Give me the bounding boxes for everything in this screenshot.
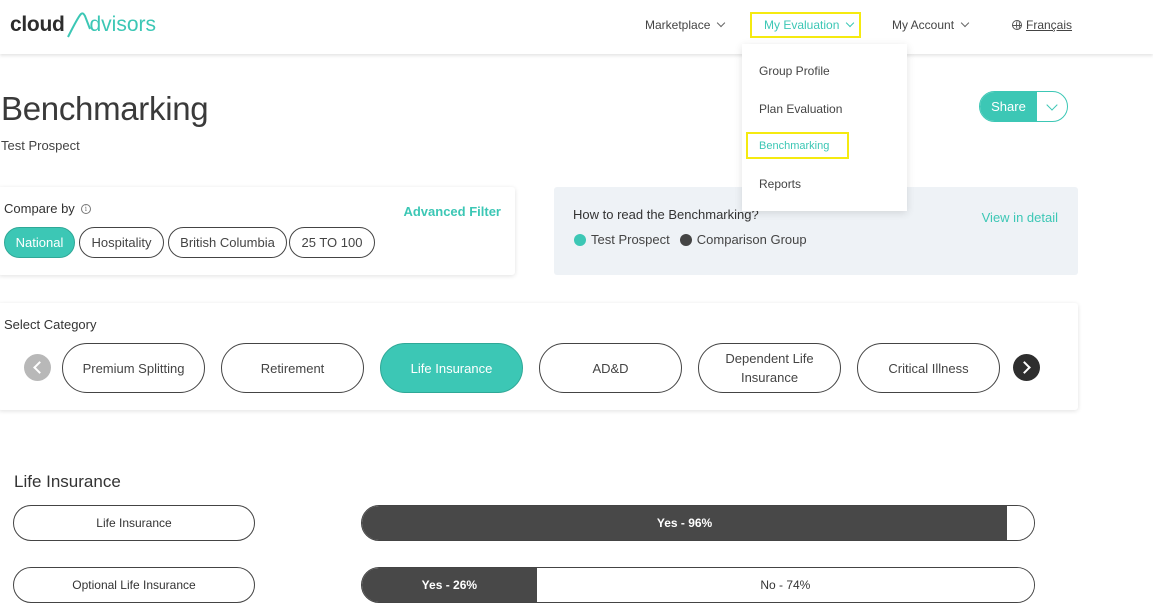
menu-item-reports[interactable]: Reports — [759, 177, 801, 191]
nav-my-account-label: My Account — [892, 18, 955, 32]
logo-secondary-text: dvisors — [89, 13, 157, 36]
share-options-toggle[interactable] — [1037, 92, 1067, 121]
advanced-filter-link[interactable]: Advanced Filter — [403, 204, 501, 219]
legend-dot-teal — [574, 233, 586, 246]
info-icon[interactable]: i — [80, 203, 91, 214]
select-category-card: Select Category Premium Splitting Retire… — [0, 303, 1078, 410]
legend-label: Test Prospect — [591, 232, 670, 247]
nav-my-account[interactable]: My Account — [892, 16, 970, 34]
language-label: Français — [1026, 18, 1073, 32]
chevron-down-icon — [717, 18, 726, 28]
benchmark-bar: Yes - 96% — [361, 505, 1035, 541]
legend-item-comparison-group: Comparison Group — [679, 232, 807, 247]
language-switch-link[interactable]: Français — [1012, 16, 1072, 34]
nav-my-evaluation[interactable]: My Evaluation — [750, 12, 861, 38]
category-add[interactable]: AD&D — [539, 343, 682, 393]
globe-icon — [1012, 20, 1022, 30]
chip-national[interactable]: National — [4, 227, 75, 258]
results-section-title: Life Insurance — [14, 472, 121, 491]
benchmark-bar: Yes - 26% No - 74% — [361, 567, 1035, 603]
cloudadvisors-logo[interactable]: cloud dvisors — [10, 10, 156, 40]
how-to-read-title: How to read the Benchmarking? — [573, 207, 759, 222]
nav-my-evaluation-label: My Evaluation — [764, 18, 840, 32]
bar-segment-no: No - 74% — [536, 568, 1034, 602]
legend: Test Prospect Comparison Group — [574, 232, 817, 247]
category-critical-illness[interactable]: Critical Illness — [857, 343, 1000, 393]
bar-segment-no — [1007, 506, 1034, 540]
legend-label: Comparison Group — [696, 232, 807, 247]
chip-british-columbia[interactable]: British Columbia — [168, 227, 287, 258]
menu-item-benchmarking[interactable]: Benchmarking — [746, 132, 849, 159]
top-nav-bar: cloud dvisors Marketplace My Evaluation … — [0, 0, 1153, 54]
benefit-row-label: Life Insurance — [13, 505, 255, 541]
compare-by-label: Compare by i — [4, 201, 91, 216]
bar-segment-yes: Yes - 26% — [362, 568, 537, 602]
carousel-prev-button[interactable] — [24, 354, 51, 381]
logo-swoosh-icon — [66, 12, 91, 38]
chip-size-range[interactable]: 25 TO 100 — [289, 227, 375, 258]
page-title: Benchmarking — [1, 90, 209, 127]
my-evaluation-dropdown-menu: Group Profile Plan Evaluation Benchmarki… — [742, 44, 907, 211]
nav-marketplace[interactable]: Marketplace — [645, 16, 726, 34]
chip-hospitality[interactable]: Hospitality — [79, 227, 164, 258]
nav-marketplace-label: Marketplace — [645, 18, 711, 32]
bar-segment-yes: Yes - 96% — [362, 506, 1008, 540]
chevron-right-icon — [1018, 361, 1031, 374]
page-subtitle: Test Prospect — [1, 138, 80, 153]
chevron-left-icon — [33, 361, 46, 374]
compare-by-card: Compare by i Advanced Filter National Ho… — [0, 187, 515, 275]
menu-item-plan-evaluation[interactable]: Plan Evaluation — [759, 102, 842, 116]
share-split-button: Share — [979, 91, 1068, 122]
share-button[interactable]: Share — [980, 92, 1037, 121]
chevron-down-icon — [960, 18, 970, 28]
logo-primary-text: cloud — [10, 13, 65, 36]
category-premium-splitting[interactable]: Premium Splitting — [62, 343, 205, 393]
select-category-label: Select Category — [4, 317, 97, 332]
legend-item-test-prospect: Test Prospect — [574, 232, 670, 247]
chevron-down-icon — [1046, 98, 1058, 111]
category-life-insurance[interactable]: Life Insurance — [380, 343, 523, 393]
carousel-next-button[interactable] — [1013, 354, 1040, 381]
view-in-detail-link[interactable]: View in detail — [982, 210, 1058, 225]
chevron-down-icon — [846, 18, 855, 28]
menu-item-group-profile[interactable]: Group Profile — [759, 64, 830, 78]
compare-by-text: Compare by — [4, 201, 75, 216]
category-dependent-life-insurance[interactable]: Dependent Life Insurance — [698, 343, 841, 393]
legend-dot-dark — [679, 233, 692, 246]
category-retirement[interactable]: Retirement — [221, 343, 364, 393]
benefit-row-label: Optional Life Insurance — [13, 567, 255, 603]
